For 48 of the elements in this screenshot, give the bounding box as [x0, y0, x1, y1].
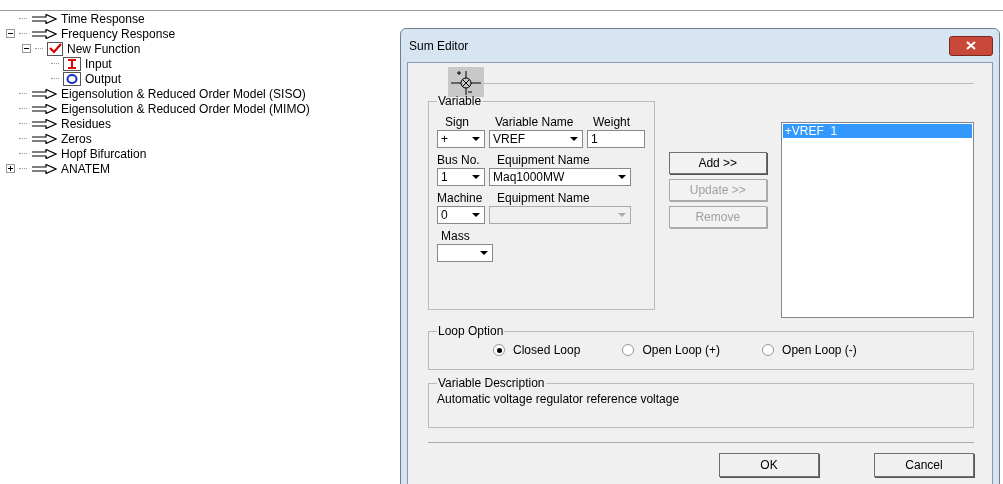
radio-button[interactable]	[762, 344, 775, 356]
input-icon	[63, 56, 81, 71]
checkbox-icon	[47, 41, 63, 56]
radio-button[interactable]	[622, 344, 635, 356]
tree-item[interactable]: Zeros	[61, 131, 92, 146]
radio-option[interactable]: Closed Loop	[493, 343, 581, 357]
close-icon[interactable]	[966, 41, 976, 50]
field-label: Sign	[445, 115, 471, 129]
dropdown[interactable]: 1	[437, 168, 485, 186]
tree-item[interactable]: Input	[85, 56, 112, 71]
dropdown[interactable]: 0	[437, 206, 485, 224]
field-label: Equipment Name	[497, 153, 591, 167]
dropdown[interactable]: +	[437, 130, 485, 148]
field-label: Weight	[593, 115, 632, 129]
weight-field[interactable]: 1	[587, 130, 645, 148]
collapse-icon[interactable]	[22, 44, 31, 53]
radio-button[interactable]	[493, 344, 505, 356]
radio-option[interactable]: Open Loop (+)	[622, 343, 721, 357]
field-label: Equipment Name	[497, 191, 591, 205]
output-icon	[63, 71, 81, 86]
close-button[interactable]	[949, 35, 993, 56]
radio-option[interactable]: Open Loop (-)	[762, 343, 857, 357]
tree-item[interactable]: Eigensolution & Reduced Order Model (SISO)	[61, 86, 306, 101]
tree-item[interactable]: Time Response	[61, 11, 145, 26]
tree-item[interactable]: Frequency Response	[61, 26, 176, 41]
window-title: Sum Editor	[408, 38, 469, 53]
tree-item[interactable]: Residues	[61, 116, 112, 131]
field-label: Bus No.	[437, 153, 481, 167]
summing-junction-icon	[448, 67, 484, 97]
field-label: Mass	[441, 229, 471, 243]
field-label: Variable Name	[495, 115, 575, 129]
ok-button[interactable]: OK	[719, 453, 819, 477]
group-title: Variable Description	[437, 376, 546, 390]
expand-icon[interactable]	[6, 164, 15, 173]
dropdown[interactable]: Maq1000MW	[489, 168, 631, 186]
collapse-icon[interactable]	[6, 29, 15, 38]
group-title: Variable	[437, 94, 483, 108]
group-title: Loop Option	[437, 324, 505, 338]
cancel-button[interactable]: Cancel	[874, 453, 974, 477]
description-text: Automatic voltage regulator reference voltage	[437, 392, 681, 406]
tree-item[interactable]: ANATEM	[61, 161, 111, 176]
field-label: Machine	[437, 191, 484, 205]
dialog-button[interactable]: Add >>	[668, 152, 767, 174]
tree-item[interactable]: New Function	[67, 41, 141, 56]
dropdown[interactable]: VREF	[489, 130, 583, 148]
tree-item[interactable]: Hopf Bifurcation	[61, 146, 147, 161]
tree-item[interactable]: Eigensolution & Reduced Order Model (MIMO)	[61, 101, 310, 116]
tree-item[interactable]: Output	[85, 71, 122, 86]
